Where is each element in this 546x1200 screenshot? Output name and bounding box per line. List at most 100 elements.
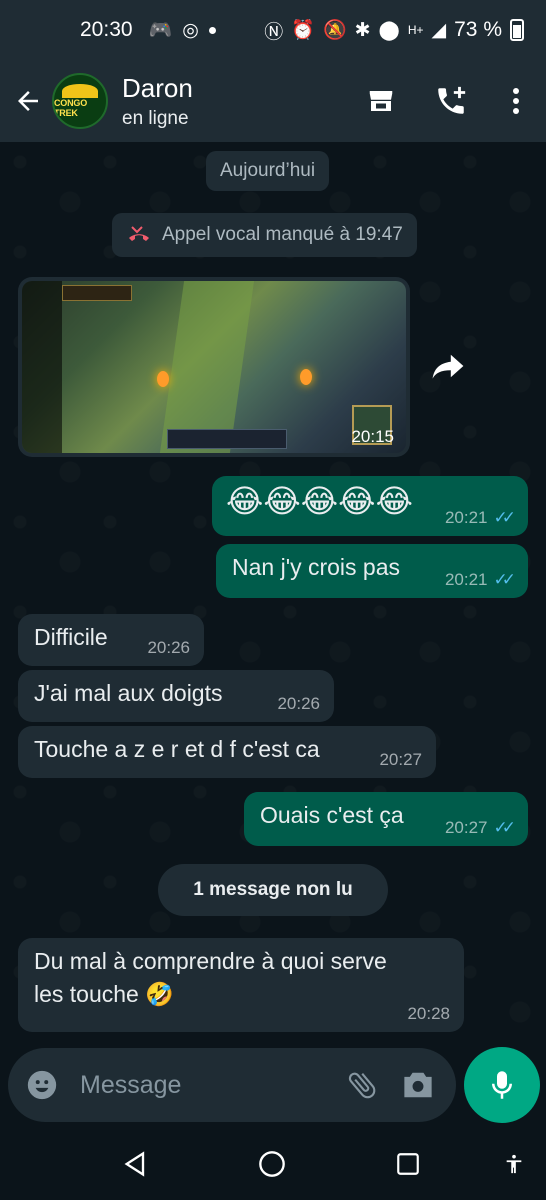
screenshot-lane bbox=[159, 281, 255, 453]
chat-area[interactable]: Aujourd’hui Appel vocal manqué à 19:47 2… bbox=[0, 142, 546, 1044]
mute-icon: 🔕 bbox=[322, 20, 347, 41]
message-text: Touche a z e r et d f c'est ca bbox=[34, 736, 320, 762]
message-meta: 20:28 bbox=[407, 1004, 450, 1024]
message-bubble-in[interactable]: Difficile 20:26 bbox=[18, 614, 204, 666]
battery-icon bbox=[510, 19, 524, 41]
triangle-back-icon bbox=[124, 1151, 145, 1177]
status-time: 20:30 bbox=[80, 18, 133, 41]
discord-icon: 🎮 bbox=[148, 20, 173, 41]
contact-status: en ligne bbox=[122, 107, 189, 129]
square-recents-icon bbox=[397, 1153, 419, 1175]
read-ticks-icon: ✓✓ bbox=[493, 818, 516, 837]
alarm-icon: ⏰ bbox=[291, 20, 315, 41]
torch-icon bbox=[300, 369, 312, 385]
message-time: 20:21 bbox=[444, 508, 488, 527]
camera-button[interactable] bbox=[396, 1063, 440, 1107]
circle-home-icon bbox=[259, 1151, 285, 1177]
dot-icon bbox=[208, 26, 216, 34]
missed-call-text: Appel vocal manqué à 19:47 bbox=[162, 224, 403, 245]
message-bubble-out[interactable]: Nan j'y crois pas 20:21 ✓✓ bbox=[216, 544, 528, 598]
avatar[interactable]: CONGO TREK bbox=[52, 73, 108, 129]
date-label: Aujourd’hui bbox=[206, 151, 330, 191]
message-meta: 20:15 bbox=[351, 427, 394, 447]
message-time: 20:27 bbox=[444, 818, 488, 837]
screenshot-edge bbox=[22, 281, 62, 453]
missed-call-icon bbox=[129, 226, 149, 241]
contact-info[interactable]: Daron en ligne bbox=[122, 73, 346, 130]
message-bubble-in[interactable]: Touche a z e r et d f c'est ca 20:27 bbox=[18, 726, 436, 778]
message-bubble-in[interactable]: J'ai mal aux doigts 20:26 bbox=[18, 670, 334, 722]
message-meta: 20:21 ✓✓ bbox=[444, 508, 516, 528]
forward-button[interactable] bbox=[428, 346, 468, 386]
camera-icon bbox=[404, 1072, 432, 1098]
avatar-logo-text: CONGO TREK bbox=[54, 98, 88, 118]
emoji-button[interactable] bbox=[24, 1067, 60, 1103]
read-ticks-icon: ✓✓ bbox=[493, 508, 516, 527]
game-hud-bottom bbox=[167, 429, 287, 449]
nfc-icon: Ⓝ bbox=[264, 21, 284, 43]
message-time: 20:27 bbox=[379, 750, 422, 769]
battery-percent: 73 % bbox=[454, 18, 502, 41]
nav-recents-button[interactable] bbox=[390, 1146, 426, 1182]
more-vert-icon bbox=[513, 88, 519, 114]
message-bubble-out[interactable]: Ouais c'est ça 20:27 ✓✓ bbox=[244, 792, 528, 846]
message-text-line2: les touche 🤣 bbox=[34, 981, 174, 1007]
message-time: 20:26 bbox=[277, 694, 320, 713]
attach-button[interactable] bbox=[340, 1063, 384, 1107]
accessibility-icon bbox=[506, 1154, 522, 1174]
menu-button[interactable] bbox=[486, 71, 546, 131]
torch-icon bbox=[157, 371, 169, 387]
system-nav-bar bbox=[0, 1128, 546, 1200]
message-meta: 20:26 bbox=[277, 694, 320, 714]
message-bubble-in[interactable]: Du mal à comprendre à quoi serve les tou… bbox=[18, 938, 464, 1032]
arrow-left-icon bbox=[18, 91, 38, 111]
paperclip-icon bbox=[348, 1072, 376, 1099]
call-button[interactable] bbox=[416, 71, 486, 131]
nav-back-button[interactable] bbox=[118, 1146, 154, 1182]
status-bar: 20:30 🎮 ◎ Ⓝ ⏰ 🔕 ✱ ⬤ H+ ◢ 73 % bbox=[0, 0, 546, 60]
emoji-icon bbox=[27, 1070, 57, 1100]
contact-name: Daron bbox=[122, 72, 193, 103]
missed-call-notice[interactable]: Appel vocal manqué à 19:47 bbox=[112, 213, 417, 257]
status-right: Ⓝ ⏰ 🔕 ✱ ⬤ H+ ◢ 73 % bbox=[264, 17, 524, 44]
instagram-icon: ◎ bbox=[182, 19, 199, 41]
forward-icon bbox=[432, 354, 464, 379]
message-bubble-out[interactable]: 😂😂😂😂😂 20:21 ✓✓ bbox=[212, 476, 528, 536]
read-ticks-icon: ✓✓ bbox=[493, 570, 516, 589]
message-time: 20:21 bbox=[444, 570, 488, 589]
message-text: Ouais c'est ça bbox=[260, 802, 404, 828]
microphone-icon bbox=[492, 1071, 512, 1099]
message-text-line1: Du mal à comprendre à quoi serve bbox=[34, 948, 387, 974]
network-type: H+ bbox=[407, 23, 424, 37]
signal-icon: ◢ bbox=[431, 19, 447, 41]
message-meta: 20:26 bbox=[147, 638, 190, 658]
message-text: Difficile bbox=[34, 624, 108, 650]
phone-add-icon bbox=[438, 86, 466, 114]
bluetooth-icon: ✱ bbox=[354, 19, 371, 41]
message-time: 20:15 bbox=[351, 427, 394, 446]
accessibility-button[interactable] bbox=[496, 1146, 532, 1182]
media-message[interactable]: 20:15 bbox=[18, 277, 410, 457]
game-screenshot-image[interactable] bbox=[22, 281, 406, 453]
back-button[interactable] bbox=[4, 71, 52, 131]
message-text: J'ai mal aux doigts bbox=[34, 680, 223, 706]
message-composer: Message bbox=[8, 1048, 456, 1122]
message-meta: 20:21 ✓✓ bbox=[444, 570, 516, 590]
unread-divider: 1 message non lu bbox=[158, 864, 388, 916]
message-text: 😂😂😂😂😂 bbox=[226, 483, 413, 519]
store-icon bbox=[369, 91, 393, 111]
nav-home-button[interactable] bbox=[254, 1146, 290, 1182]
shop-button[interactable] bbox=[346, 71, 416, 131]
game-hud-top bbox=[62, 285, 132, 301]
status-icons: 🎮 ◎ bbox=[149, 18, 265, 42]
message-time: 20:26 bbox=[147, 638, 190, 657]
message-input[interactable]: Message bbox=[80, 1071, 328, 1100]
location-icon: ⬤ bbox=[378, 19, 400, 41]
message-text: Nan j'y crois pas bbox=[232, 554, 401, 580]
message-meta: 20:27 ✓✓ bbox=[444, 818, 516, 838]
chat-header: CONGO TREK Daron en ligne bbox=[0, 60, 546, 142]
voice-message-button[interactable] bbox=[464, 1047, 540, 1123]
logo-icon bbox=[62, 84, 98, 98]
message-time: 20:28 bbox=[407, 1004, 450, 1023]
message-meta: 20:27 bbox=[379, 750, 422, 770]
